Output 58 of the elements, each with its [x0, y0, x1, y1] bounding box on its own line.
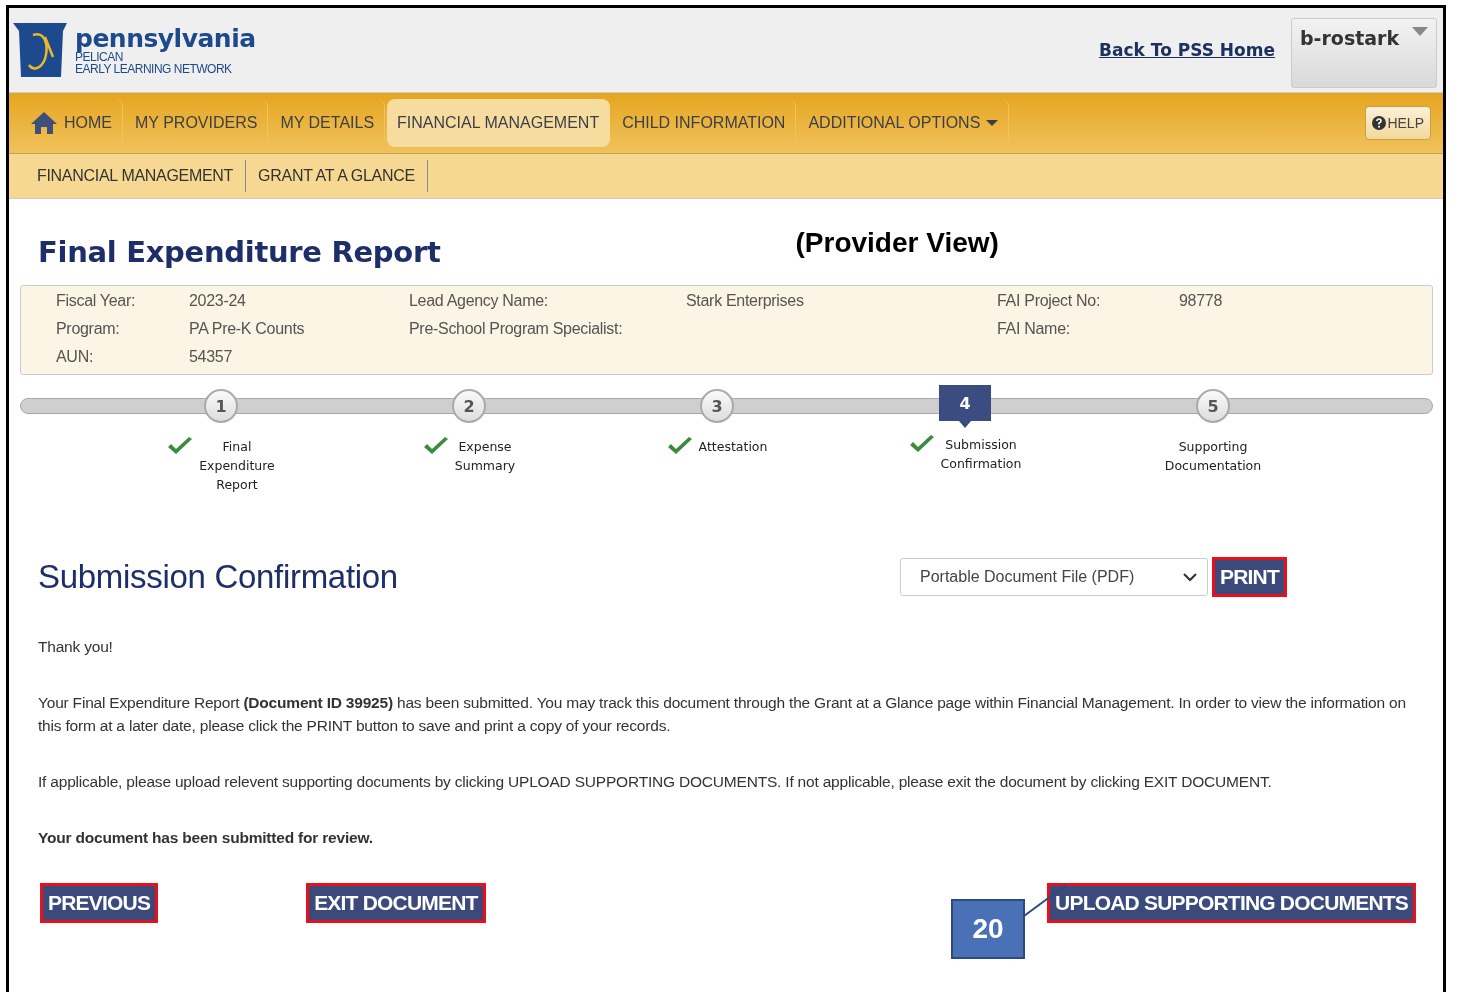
field-label: AUN: [56, 348, 95, 367]
step-label: Attestation [698, 438, 768, 456]
logo-subtitle: EARLY LEARNING NETWORK [75, 62, 233, 75]
field-label: Program: [56, 320, 121, 339]
caret-icon [986, 119, 999, 127]
question-icon [1372, 116, 1387, 130]
nav-tab[interactable]: MY DETAILS [270, 99, 386, 147]
paragraph: Your document has been submitted for review. [38, 828, 374, 848]
field-value: 54357 [189, 348, 233, 367]
step-marker[interactable]: 4 [939, 385, 991, 428]
paragraph: If applicable, please upload relevent supporting documents by clicking UPLOAD SUPPORTING DOCUMENTS. If not applicable, please exit the document by clicking EXIT DOCUMENT. [38, 772, 1273, 792]
chevron-icon [1183, 572, 1197, 582]
step-label: Supporting Documentation [1164, 438, 1262, 475]
nav-tab[interactable]: FINANCIAL MANAGEMENT [387, 99, 611, 147]
field-label: Pre-School Program Specialist: [409, 320, 624, 339]
check-icon [666, 437, 693, 457]
field-value: PA Pre-K Counts [189, 320, 306, 339]
field-value: Stark Enterprises [686, 292, 805, 311]
home-icon [30, 111, 58, 135]
step-marker[interactable]: 3 [700, 389, 734, 423]
step-marker[interactable]: 2 [452, 389, 486, 423]
field-label: FAI Project No: [997, 292, 1102, 311]
subnav-link[interactable]: GRANT AT A GLANCE [246, 160, 428, 192]
nav-tab[interactable]: MY PROVIDERS [125, 99, 269, 147]
field-value: 2023-24 [189, 292, 247, 311]
paragraph: Thank you! [38, 637, 114, 657]
nav-tab[interactable]: HOME [20, 99, 123, 147]
field-label: Fiscal Year: [56, 292, 137, 311]
help-button[interactable]: HELP [1365, 106, 1431, 140]
paragraph: Your Final Expenditure Report (Document ID 39925) has been submitted. You may track this document through the Grant at a Glance page within Financial Management. In order to view the information on this form at a later date, please click the PRINT button to save and print a copy of your records. [38, 693, 1407, 736]
field-label: FAI Name: [997, 320, 1071, 339]
exit-document-button[interactable]: EXIT DOCUMENT [306, 883, 486, 923]
home-link[interactable]: Back To PSS Home [1099, 40, 1275, 60]
nav-tab[interactable]: ADDITIONAL OPTIONS [798, 99, 1010, 147]
callout-badge: 20 [951, 899, 1025, 959]
check-icon [167, 437, 194, 457]
upload-documents-button[interactable]: UPLOAD SUPPORTING DOCUMENTS [1047, 883, 1416, 923]
step-marker[interactable]: 5 [1196, 389, 1230, 423]
nav-tab[interactable]: CHILD INFORMATION [612, 99, 797, 147]
keystone-pelican-logo [13, 23, 67, 77]
previous-button[interactable]: PREVIOUS [40, 883, 159, 923]
page-title: Final Expenditure Report [38, 235, 441, 269]
check-icon [908, 435, 935, 455]
step-label: Final Expenditure Report [199, 438, 275, 494]
field-value: 98778 [1179, 292, 1223, 311]
user-menu[interactable]: b-rostark [1291, 18, 1437, 88]
section-heading: Submission Confirmation [38, 558, 399, 596]
format-select[interactable]: Portable Document File (PDF) [900, 558, 1208, 596]
field-label: Lead Agency Name: [409, 292, 549, 311]
caret-icon [1412, 27, 1428, 37]
print-button[interactable]: PRINT [1212, 557, 1287, 597]
subnav-link[interactable]: FINANCIAL MANAGEMENT [25, 160, 247, 192]
logo-title: pennsylvania [75, 25, 256, 51]
check-icon [422, 437, 449, 457]
step-marker[interactable]: 1 [204, 389, 238, 423]
annotation-text: (Provider View) [795, 227, 999, 259]
step-label: Expense Summary [454, 438, 516, 475]
step-label: Submission Confirmation [940, 436, 1022, 473]
